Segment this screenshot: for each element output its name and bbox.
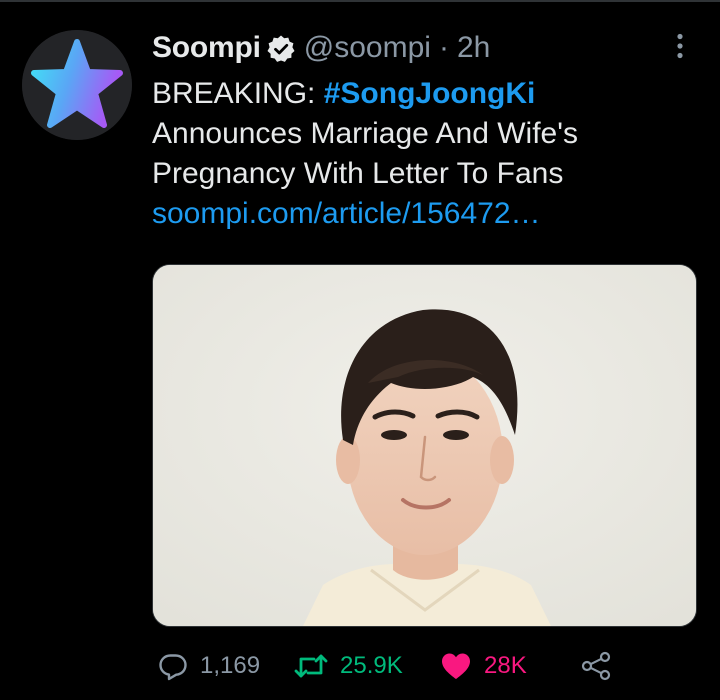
author-avatar[interactable] xyxy=(22,30,132,140)
more-vertical-icon xyxy=(677,33,683,59)
tweet-text-line-2: Announces Marriage And Wife's xyxy=(152,117,578,150)
breaking-prefix: BREAKING: xyxy=(152,77,316,110)
separator-dot: · xyxy=(438,31,449,64)
heart-filled-icon xyxy=(440,651,472,681)
reply-count: 1,169 xyxy=(200,652,261,679)
reply-bubble-icon xyxy=(158,651,188,681)
star-logo-icon xyxy=(22,30,132,140)
author-display-name[interactable]: Soompi xyxy=(152,31,261,65)
share-nodes-icon xyxy=(580,651,612,681)
like-button[interactable]: 28K xyxy=(440,644,527,688)
retweet-count: 25.9K xyxy=(340,652,403,679)
like-count: 28K xyxy=(484,652,527,679)
reply-button[interactable]: 1,169 xyxy=(158,644,260,688)
tweet-text: BREAKING: #SongJoongKi Announces Marriag… xyxy=(152,74,697,234)
tweet-text-line-3: Pregnancy With Letter To Fans xyxy=(152,157,564,190)
tweet-text-line-1: BREAKING: #SongJoongKi xyxy=(152,74,697,114)
tweet-header: Soompi @soompi · 2h xyxy=(152,26,490,70)
article-link[interactable]: soompi.com/article/156472… xyxy=(152,194,697,234)
author-handle[interactable]: @soompi xyxy=(304,31,431,65)
tweet-actions-bar: 1,169 25.9K 28K xyxy=(152,644,697,688)
more-options-button[interactable] xyxy=(668,32,692,60)
tweet-media-photo[interactable] xyxy=(152,264,697,627)
share-button[interactable] xyxy=(580,644,612,688)
retweet-arrows-icon xyxy=(294,651,328,681)
tweet-card[interactable]: Soompi @soompi · 2h BREAKING: #SongJoong… xyxy=(0,0,720,700)
portrait-photo xyxy=(153,265,696,626)
retweet-button[interactable]: 25.9K xyxy=(294,644,403,688)
tweet-timestamp[interactable]: 2h xyxy=(457,31,490,65)
verified-badge-icon xyxy=(266,34,296,64)
hashtag-link[interactable]: #SongJoongKi xyxy=(324,77,536,110)
